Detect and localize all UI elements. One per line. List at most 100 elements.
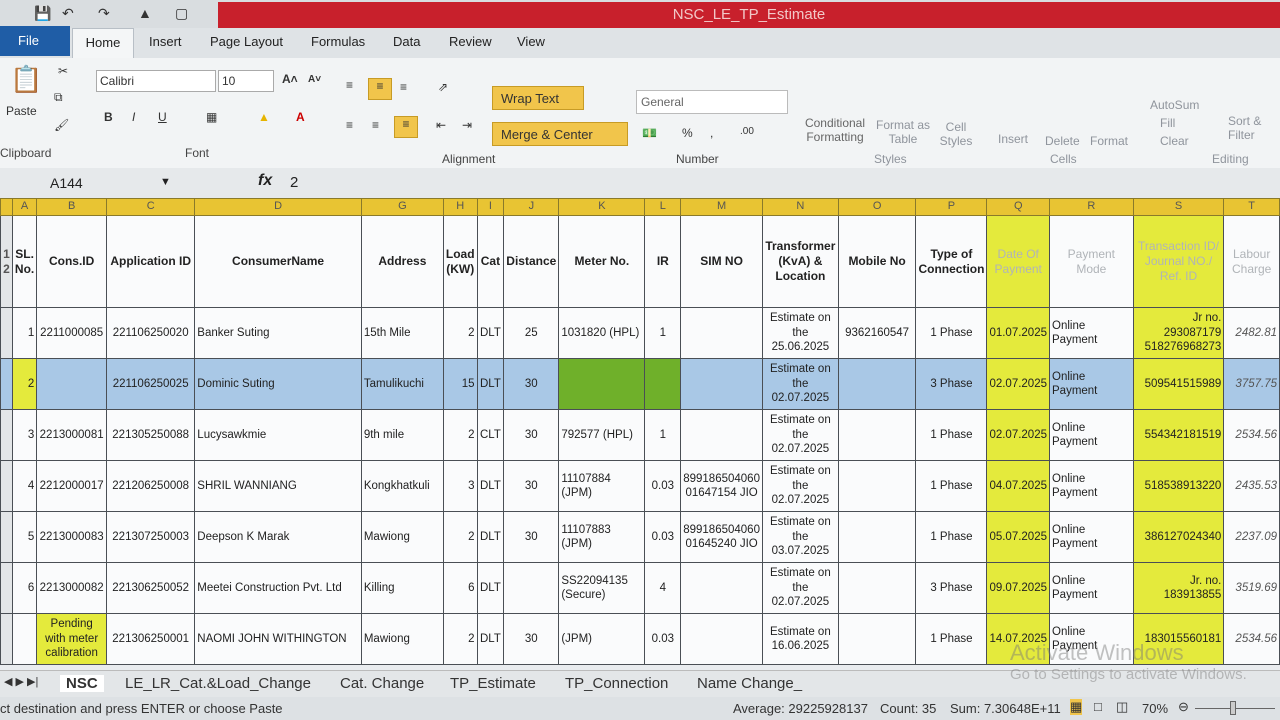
table-row[interactable]: 3 2213000081 221305250088 Lucysawkmie 9th mi… [0,409,1280,461]
page-layout-view-icon[interactable]: □ [1094,699,1102,714]
sheet-tab-4[interactable]: TP_Estimate [450,675,536,692]
cell-styles-button[interactable]: Cell Styles [936,120,976,148]
cell-transaction-id[interactable]: 386127024340 [1132,511,1225,563]
cell-payment-date[interactable]: 09.07.2025 [986,562,1050,614]
format-painter-icon[interactable]: 🖌 [54,118,69,132]
column-header-k[interactable]: K [558,198,646,216]
cell-distance[interactable] [503,562,560,614]
cell-application-id[interactable]: 221305250088 [106,409,196,461]
cell-application-id[interactable]: 221307250003 [106,511,196,563]
cell-labour-charge[interactable]: 2237.09 [1223,511,1280,563]
cell-cat[interactable]: DLT [476,307,505,359]
cell-connection-type[interactable]: 3 Phase [915,358,988,410]
cell-cons-id[interactable]: 2212000017 [36,460,108,512]
cell-sim-no[interactable] [680,562,763,614]
clear-button[interactable]: Clear [1160,134,1189,148]
cell-mobile-no[interactable] [837,613,917,665]
column-header-d[interactable]: D [194,198,362,216]
cell-meter-no[interactable]: 1031820 (HPL) [558,307,646,359]
cell-distance[interactable]: 30 [503,613,560,665]
cell-meter-no[interactable]: 792577 (HPL) [558,409,646,461]
row-header[interactable] [0,562,13,614]
cell-labour-charge[interactable]: 2482.81 [1223,307,1280,359]
cell-payment-date[interactable]: 04.07.2025 [986,460,1050,512]
cell-distance[interactable]: 30 [503,511,560,563]
cell-load[interactable]: 3 [442,460,478,512]
align-middle-icon[interactable]: ≡ [368,78,392,100]
cell-mobile-no[interactable] [837,358,917,410]
cell-ir[interactable]: 1 [644,409,682,461]
cell-cat[interactable]: DLT [476,511,505,563]
cell-distance[interactable]: 30 [503,409,560,461]
table-row[interactable]: 4 2212000017 221206250008 SHRIL WANNIANG Kon… [0,460,1280,512]
font-color-icon[interactable]: A [296,110,305,124]
cell-mobile-no[interactable] [837,409,917,461]
undo-icon[interactable]: ↶ [62,5,74,22]
cell-meter-no[interactable]: (JPM) [558,613,646,665]
sheet-tab-6[interactable]: Name Change_ [697,675,802,692]
cell-cat[interactable]: DLT [476,460,505,512]
cell-transformer[interactable]: Estimate on the 25.06.2025 [761,307,839,359]
column-header-i[interactable]: I [476,198,505,216]
cell-distance[interactable]: 30 [503,358,560,410]
cell-consumer-name[interactable]: Meetei Construction Pvt. Ltd [194,562,362,614]
cell-consumer-name[interactable]: Dominic Suting [194,358,362,410]
cell-cons-id[interactable]: 2213000081 [36,409,108,461]
row-header[interactable] [0,613,13,665]
cell-mobile-no[interactable]: 9362160547 [837,307,917,359]
cell-distance[interactable]: 30 [503,460,560,512]
column-header-s[interactable]: S [1132,198,1225,216]
select-all[interactable] [0,198,13,216]
cell-sl-no[interactable]: 1 [11,307,38,359]
sheet-tab-1[interactable]: NSC [60,675,104,692]
cell-cons-id[interactable]: Pending with meter calibration [36,613,108,665]
cell-transaction-id[interactable]: 509541515989 [1132,358,1225,410]
cell-cat[interactable]: DLT [476,613,505,665]
sheet-tab-5[interactable]: TP_Connection [565,675,668,692]
column-header-l[interactable]: L [644,198,682,216]
orientation-icon[interactable]: ⇗ [438,80,448,94]
cell-sl-no[interactable] [11,613,38,665]
bold-button[interactable]: B [104,110,113,124]
cell-transaction-id[interactable]: Jr no. 293087179 518276968273 [1132,307,1225,359]
comma-button[interactable]: , [710,126,713,140]
cell-sl-no[interactable]: 3 [11,409,38,461]
row-header[interactable] [0,511,13,563]
cell-sim-no[interactable]: 899186504060 01645240 JIO [680,511,763,563]
cell-transformer[interactable]: Estimate on the 03.07.2025 [761,511,839,563]
cell-transaction-id[interactable]: 518538913220 [1132,460,1225,512]
column-header-t[interactable]: T [1223,198,1280,216]
cell-cons-id[interactable] [36,358,108,410]
cell-connection-type[interactable]: 1 Phase [915,409,988,461]
cell-ir[interactable]: 0.03 [644,511,682,563]
table-row[interactable]: 5 2213000083 221307250003 Deepson K Marak Ma… [0,511,1280,563]
cell-cat[interactable]: CLT [476,409,505,461]
cell-mobile-no[interactable] [837,562,917,614]
column-header-c[interactable]: C [106,198,196,216]
cell-address[interactable]: Mawiong [360,613,444,665]
table-row[interactable]: 1 2211000085 221106250020 Banker Suting 15th… [0,307,1280,359]
cell-meter-no[interactable]: 11107883 (JPM) [558,511,646,563]
page-break-view-icon[interactable]: ◫ [1116,699,1128,715]
row-header[interactable] [0,307,13,359]
row-header[interactable]: 1 2 [0,215,13,308]
cell-ir[interactable]: 0.03 [644,460,682,512]
redo-icon[interactable]: ↷ [98,5,110,22]
cell-load[interactable]: 6 [442,562,478,614]
currency-icon[interactable]: 💵 [642,126,657,140]
cell-transformer[interactable]: Estimate on the 02.07.2025 [761,460,839,512]
formula-input[interactable]: 2 [290,174,298,191]
cell-cons-id[interactable]: 2213000082 [36,562,108,614]
cell-mobile-no[interactable] [837,511,917,563]
cell-labour-charge[interactable]: 2534.56 [1223,409,1280,461]
cell-ir[interactable]: 0.03 [644,613,682,665]
save-icon[interactable]: 💾 [34,5,51,22]
column-header-g[interactable]: G [360,198,444,216]
cell-application-id[interactable]: 221306250001 [106,613,196,665]
cell-sim-no[interactable] [680,613,763,665]
copy-icon[interactable]: ⧉ [54,90,63,105]
cell-ir[interactable]: 4 [644,562,682,614]
print-preview-icon[interactable]: ▢ [175,5,188,22]
align-bottom-icon[interactable]: ≡ [400,80,407,94]
cell-payment-date[interactable]: 01.07.2025 [986,307,1050,359]
